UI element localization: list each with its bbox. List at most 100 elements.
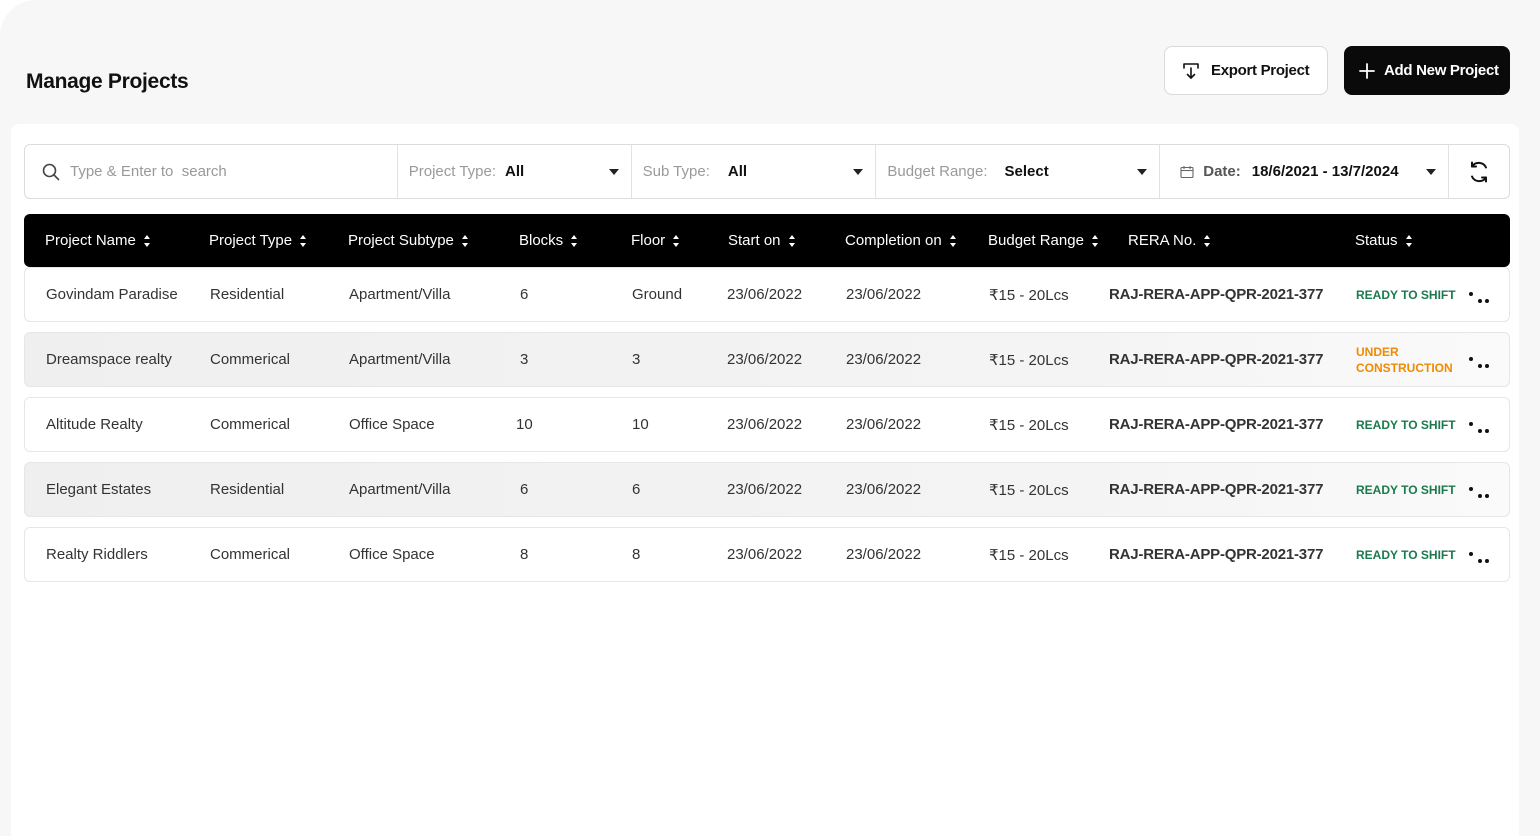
dot (1485, 364, 1489, 368)
table-header: Project Name Project Type Project Subtyp… (24, 214, 1510, 267)
budget-range-dropdown[interactable]: Budget Range: Select (876, 145, 1161, 198)
project-name-cell: Realty Riddlers (46, 546, 148, 563)
sort-icon (300, 234, 307, 247)
dot (1478, 494, 1482, 498)
export-project-button[interactable]: Export Project (1164, 46, 1328, 95)
project-name-cell: Altitude Realty (46, 416, 143, 433)
project-subtype-cell: Apartment/Villa (349, 351, 451, 368)
project-subtype-cell: Office Space (349, 546, 435, 563)
table-row[interactable]: Dreamspace realty Commerical Apartment/Vil… (24, 332, 1510, 387)
blocks-cell: 10 (516, 416, 533, 433)
blocks-cell: 8 (520, 546, 529, 563)
calendar-icon (1180, 165, 1194, 178)
date-label: Date: (1203, 163, 1241, 180)
start-date-cell: 23/06/2022 (727, 351, 803, 368)
sort-icon (1204, 234, 1211, 247)
col-rera-no[interactable]: RERA No. (1128, 214, 1211, 267)
budget-range-cell: ₹15 - 20Lcs (989, 481, 1069, 499)
budget-range-cell: ₹15 - 20Lcs (989, 286, 1069, 304)
sub-type-value: All (727, 163, 748, 180)
project-type-cell: Residential (210, 481, 285, 498)
floor-cell: 6 (632, 481, 641, 498)
project-type-cell: Residential (210, 286, 285, 303)
budget-range-label: Budget Range: (887, 163, 988, 180)
rera-number-cell: RAJ-RERA-APP-QPR-2021-377 (1109, 546, 1324, 563)
more-dots-icon[interactable] (1469, 552, 1493, 572)
col-blocks[interactable]: Blocks (519, 214, 578, 267)
plus-icon (1359, 62, 1375, 79)
sub-type-dropdown[interactable]: Sub Type: All (632, 145, 877, 198)
col-floor[interactable]: Floor (631, 214, 680, 267)
col-project-type[interactable]: Project Type (209, 214, 307, 267)
completion-date-cell: 23/06/2022 (846, 481, 922, 498)
status-badge: READY TO SHIFT (1356, 482, 1456, 497)
table-row[interactable]: Govindam Paradise Residential Apartment/Vi… (24, 267, 1510, 322)
search-input[interactable] (70, 163, 370, 180)
dot (1478, 364, 1482, 368)
chevron-down-icon (1426, 169, 1437, 175)
refresh-button[interactable] (1449, 145, 1509, 198)
dot (1469, 292, 1473, 296)
col-budget-range[interactable]: Budget Range (988, 214, 1099, 267)
project-type-dropdown[interactable]: Project Type: All (398, 145, 632, 198)
floor-cell: 10 (632, 416, 649, 433)
date-value: 18/6/2021 - 13/7/2024 (1251, 163, 1399, 180)
table-row[interactable]: Altitude Realty Commerical Office Space 10 1… (24, 397, 1510, 452)
blocks-cell: 6 (520, 286, 529, 303)
project-subtype-cell: Apartment/Villa (349, 481, 451, 498)
project-name-cell: Dreamspace realty (46, 351, 172, 368)
sort-icon (571, 234, 578, 247)
filter-bar: Project Type: All Sub Type: All Budget R… (24, 144, 1510, 199)
dot (1478, 429, 1482, 433)
more-dots-icon[interactable] (1469, 422, 1493, 442)
completion-date-cell: 23/06/2022 (846, 286, 922, 303)
sub-type-label: Sub Type: (642, 163, 710, 180)
project-type-cell: Commerical (210, 416, 291, 433)
col-completion-on[interactable]: Completion on (845, 214, 957, 267)
chevron-down-icon (1137, 169, 1148, 175)
project-subtype-cell: Apartment/Villa (349, 286, 451, 303)
project-subtype-cell: Office Space (349, 416, 435, 433)
col-status[interactable]: Status (1355, 214, 1413, 267)
project-type-label: Project Type: (408, 163, 497, 180)
search-icon (42, 163, 60, 180)
add-new-project-label: Add New Project (1384, 62, 1499, 79)
more-dots-icon[interactable] (1469, 487, 1493, 507)
status-badge: READY TO SHIFT (1356, 417, 1456, 432)
table-row[interactable]: Elegant Estates Residential Apartment/Vill… (24, 462, 1510, 517)
completion-date-cell: 23/06/2022 (846, 351, 922, 368)
add-new-project-button[interactable]: Add New Project (1344, 46, 1510, 95)
completion-date-cell: 23/06/2022 (846, 546, 922, 563)
blocks-cell: 3 (520, 351, 529, 368)
table-row[interactable]: Realty Riddlers Commerical Office Space 8 8 2… (24, 527, 1510, 582)
start-date-cell: 23/06/2022 (727, 286, 803, 303)
budget-range-cell: ₹15 - 20Lcs (989, 351, 1069, 369)
sort-icon (461, 234, 469, 247)
search-box (25, 145, 398, 198)
rera-number-cell: RAJ-RERA-APP-QPR-2021-377 (1109, 481, 1324, 498)
more-dots-icon[interactable] (1469, 292, 1493, 312)
page-title: Manage Projects (26, 70, 189, 93)
start-date-cell: 23/06/2022 (727, 481, 803, 498)
floor-cell: 8 (632, 546, 641, 563)
sort-icon (1405, 234, 1413, 247)
col-project-name[interactable]: Project Name (45, 214, 151, 267)
rera-number-cell: RAJ-RERA-APP-QPR-2021-377 (1109, 351, 1324, 368)
more-dots-icon[interactable] (1469, 357, 1493, 377)
start-date-cell: 23/06/2022 (727, 546, 803, 563)
sort-icon (143, 234, 151, 247)
dot (1469, 552, 1473, 556)
sort-icon (1091, 234, 1099, 247)
rera-number-cell: RAJ-RERA-APP-QPR-2021-377 (1109, 286, 1324, 303)
dot (1485, 494, 1489, 498)
floor-cell: Ground (632, 286, 683, 303)
dot (1485, 429, 1489, 433)
status-badge: READY TO SHIFT (1356, 287, 1456, 302)
sort-icon (788, 234, 796, 247)
export-icon (1183, 62, 1199, 79)
col-start-on[interactable]: Start on (728, 214, 796, 267)
date-range-picker[interactable]: Date: 18/6/2021 - 13/7/2024 (1160, 145, 1450, 198)
project-name-cell: Govindam Paradise (46, 286, 178, 303)
dot (1485, 559, 1489, 563)
col-project-subtype[interactable]: Project Subtype (348, 214, 469, 267)
